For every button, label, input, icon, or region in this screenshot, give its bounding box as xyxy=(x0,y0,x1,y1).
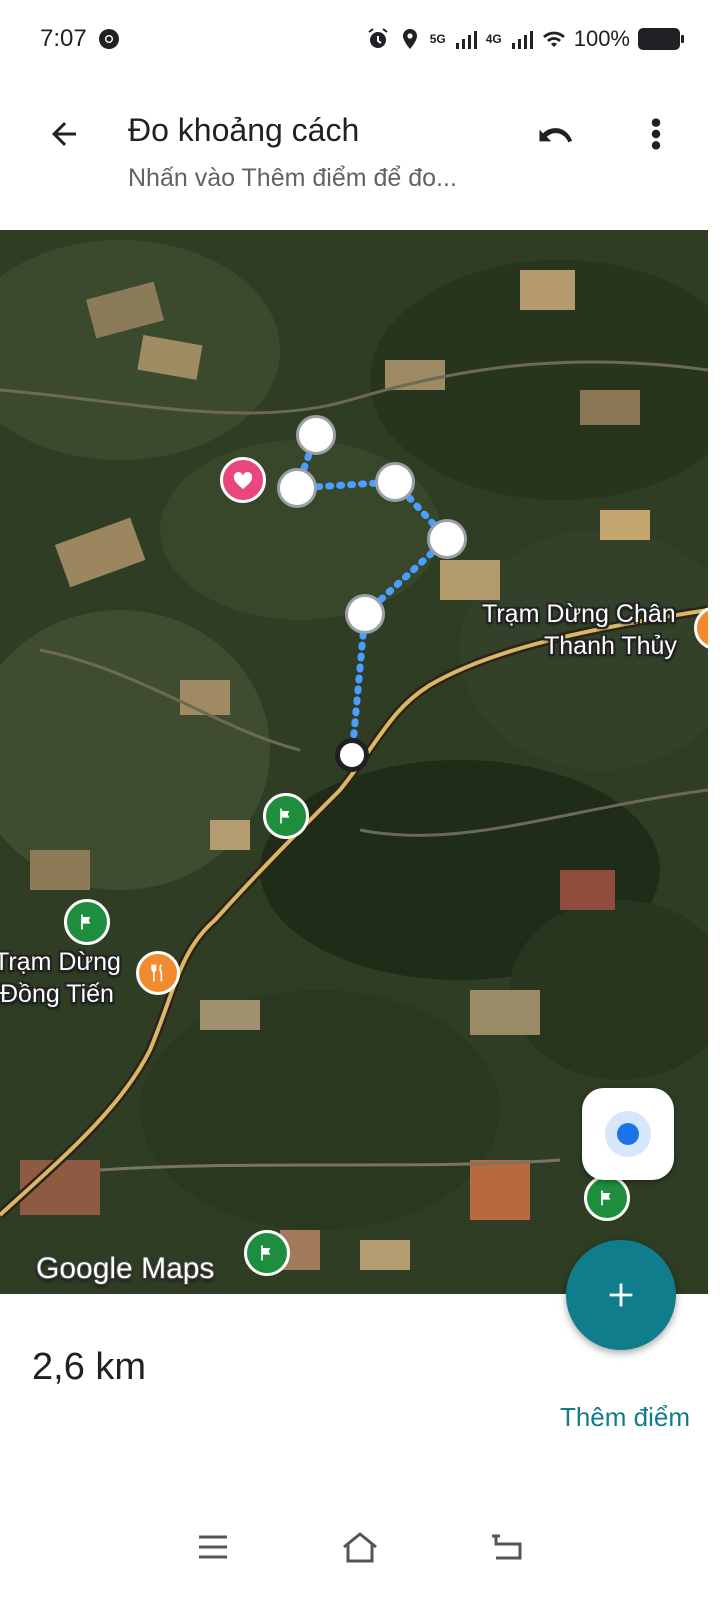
page-subtitle: Nhấn vào Thêm điểm để đo... xyxy=(128,164,457,192)
menu-icon xyxy=(199,1535,228,1559)
route-node[interactable] xyxy=(296,415,336,455)
page-title: Đo khoảng cách xyxy=(128,112,360,148)
flag-icon xyxy=(261,1245,271,1261)
battery-icon xyxy=(638,28,684,50)
route-node[interactable] xyxy=(375,462,415,502)
more-vert-icon xyxy=(651,118,661,150)
network-5g-label: 5G xyxy=(429,32,446,46)
undo-button[interactable] xyxy=(532,108,588,160)
route-node[interactable] xyxy=(427,519,467,559)
route-node[interactable] xyxy=(345,594,385,634)
arrow-back-icon xyxy=(52,122,76,146)
route-node[interactable] xyxy=(277,468,317,508)
back-button[interactable] xyxy=(38,108,90,160)
alarm-icon xyxy=(368,28,388,48)
system-nav-bar xyxy=(0,1494,720,1600)
map-view[interactable]: Trạm Dừng Chân Thanh Thủy Trạm Dừng Đồng… xyxy=(0,230,708,1320)
restaurant-pin[interactable] xyxy=(136,951,180,995)
flag-icon xyxy=(601,1190,611,1206)
app-header: Đo khoảng cách Nhấn vào Thêm điểm để đo.… xyxy=(0,78,720,230)
my-location-icon xyxy=(617,1123,639,1145)
flag-icon xyxy=(280,808,290,824)
chrome-icon xyxy=(98,29,119,49)
back-nav-button[interactable] xyxy=(477,1517,537,1577)
recents-button[interactable] xyxy=(183,1517,243,1577)
add-point-label[interactable]: Thêm điểm xyxy=(560,1402,690,1433)
landmark-pin[interactable] xyxy=(64,899,110,945)
heart-icon xyxy=(233,471,253,490)
more-options-button[interactable] xyxy=(630,108,682,160)
saved-place-pin[interactable] xyxy=(220,457,266,503)
home-button[interactable] xyxy=(330,1517,390,1577)
landmark-pin[interactable] xyxy=(584,1175,630,1221)
status-bar: 7:07 5G 4G 100% xyxy=(0,0,720,78)
battery-percent: 100% xyxy=(573,26,630,51)
status-time: 7:07 xyxy=(40,25,87,52)
route-start-node[interactable] xyxy=(335,738,369,772)
wifi-icon xyxy=(542,31,565,47)
place-label-tram-dung-chan[interactable]: Trạm Dừng Chân Thanh Thủy xyxy=(482,598,677,662)
total-distance: 2,6 km xyxy=(32,1346,147,1388)
landmark-pin[interactable] xyxy=(263,793,309,839)
undo-icon xyxy=(539,128,573,143)
home-icon xyxy=(343,1532,377,1563)
flag-icon xyxy=(81,914,91,930)
signal-4g-icon xyxy=(511,31,533,49)
fork-knife-icon xyxy=(151,964,163,982)
back-nav-icon xyxy=(491,1534,522,1560)
plus-icon xyxy=(609,1283,633,1307)
location-icon xyxy=(402,29,417,49)
add-point-button[interactable] xyxy=(566,1240,676,1350)
my-location-button[interactable] xyxy=(582,1088,674,1180)
signal-5g-icon xyxy=(455,31,477,49)
google-maps-logo: Google Maps xyxy=(36,1252,215,1285)
network-4g-label: 4G xyxy=(485,32,502,46)
landmark-pin[interactable] xyxy=(244,1230,290,1276)
place-label-dong-tien[interactable]: Trạm Dừng Đồng Tiến xyxy=(0,946,121,1010)
